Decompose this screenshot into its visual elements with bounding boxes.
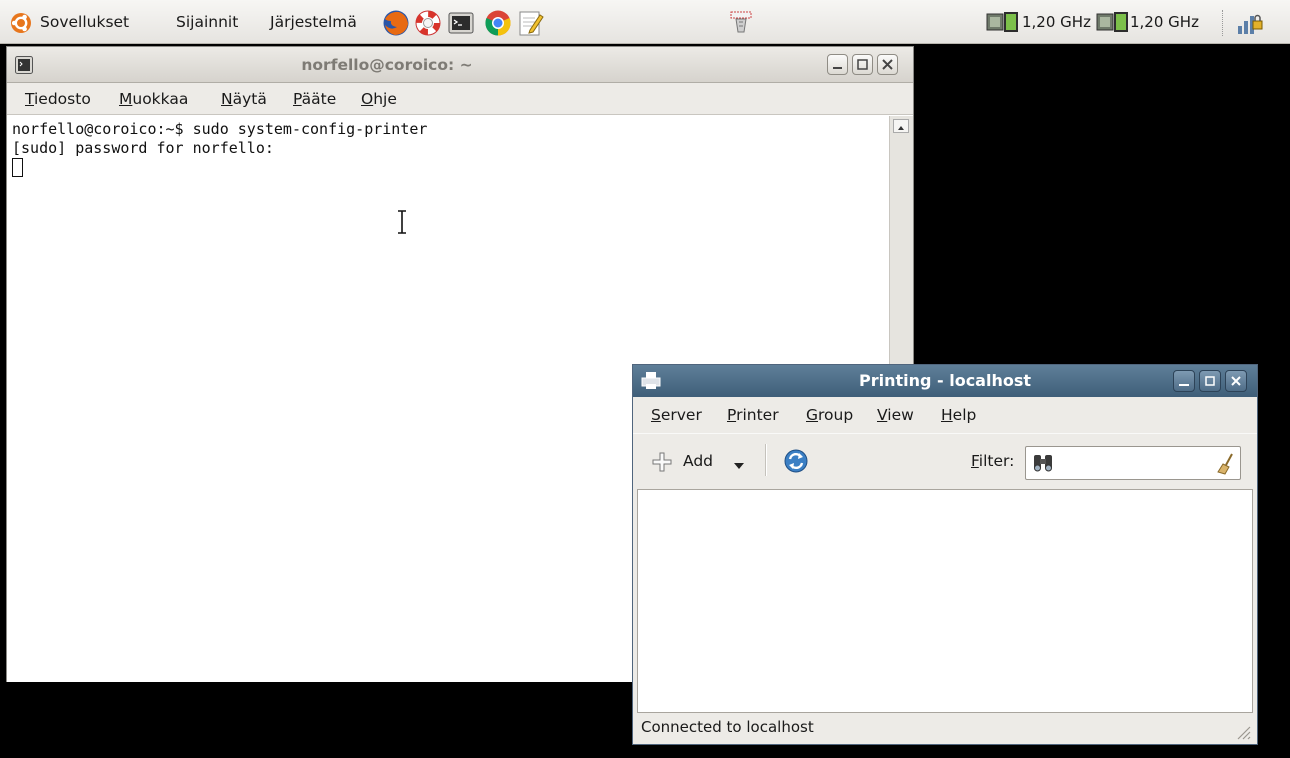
terminal-titlebar[interactable]: norfello@coroico: ~: [7, 47, 913, 83]
minimize-button[interactable]: [1173, 370, 1195, 392]
menu-view[interactable]: Näytä: [221, 87, 267, 111]
dropdown-arrow-icon[interactable]: [733, 457, 745, 469]
menu-help[interactable]: Ohje: [361, 87, 397, 111]
refresh-icon[interactable]: [783, 448, 809, 474]
cpu-frequency-icon[interactable]: [986, 11, 1020, 33]
minimize-button[interactable]: [827, 54, 848, 75]
printing-menubar: Server Printer Group View Help: [633, 398, 1257, 432]
status-bar: Connected to localhost: [637, 713, 1253, 741]
filter-label: Filter:: [971, 452, 1015, 470]
menu-places[interactable]: Sijainnit: [172, 10, 242, 34]
menu-printer[interactable]: Printer: [727, 403, 779, 427]
top-panel: Sovellukset Sijainnit Järjestelmä 1,20 G…: [0, 0, 1290, 44]
scroll-up-arrow-icon[interactable]: [893, 119, 909, 133]
menu-server[interactable]: Server: [651, 403, 702, 427]
cpu-frequency-label[interactable]: 1,20 GHz: [1126, 10, 1203, 34]
filter-input[interactable]: [1025, 446, 1241, 480]
printing-window[interactable]: Printing - localhost Server Printer Grou…: [632, 364, 1258, 745]
toolbar-separator: [765, 444, 767, 476]
terminal-title: norfello@coroico: ~: [301, 56, 473, 74]
printing-toolbar: Add Filter:: [633, 433, 1257, 485]
network-icon[interactable]: [1236, 10, 1264, 36]
text-editor-icon[interactable]: [518, 9, 544, 37]
menu-help[interactable]: Help: [941, 403, 976, 427]
maximize-button[interactable]: [852, 54, 873, 75]
menu-group[interactable]: Group: [806, 403, 853, 427]
add-button[interactable]: Add: [683, 449, 713, 473]
status-text: Connected to localhost: [641, 718, 814, 736]
help-lifebuoy-icon[interactable]: [414, 9, 442, 37]
terminal-line: [sudo] password for norfello:: [12, 139, 274, 157]
add-icon[interactable]: [651, 451, 673, 473]
resize-grip-icon[interactable]: [1233, 721, 1251, 740]
maximize-button[interactable]: [1199, 370, 1221, 392]
menu-applications[interactable]: Sovellukset: [36, 10, 133, 34]
ubuntu-logo-icon[interactable]: [10, 12, 32, 34]
firefox-icon[interactable]: [382, 9, 410, 37]
close-button[interactable]: [877, 54, 898, 75]
printer-list[interactable]: [637, 489, 1253, 713]
printing-title: Printing - localhost: [858, 371, 1032, 390]
clear-broom-icon[interactable]: [1216, 453, 1236, 475]
cpu-frequency-icon[interactable]: [1096, 11, 1130, 33]
cpu-frequency-label[interactable]: 1,20 GHz: [1018, 10, 1095, 34]
terminal-cursor: [12, 158, 23, 177]
printing-titlebar[interactable]: Printing - localhost: [633, 365, 1257, 397]
chrome-icon[interactable]: [484, 9, 512, 37]
panel-separator: [1222, 10, 1224, 36]
terminal-line: norfello@coroico:~$ sudo system-config-p…: [12, 120, 428, 138]
terminal-icon[interactable]: [448, 11, 474, 35]
binoculars-icon: [1032, 453, 1054, 473]
menu-view[interactable]: View: [877, 403, 914, 427]
menu-edit[interactable]: Muokkaa: [119, 87, 188, 111]
menu-system[interactable]: Järjestelmä: [266, 10, 361, 34]
clipboard-applet-icon[interactable]: [728, 10, 754, 38]
text-cursor-icon: [396, 210, 408, 234]
menu-terminal[interactable]: Pääte: [293, 87, 336, 111]
terminal-menubar: Tiedosto Muokkaa Näytä Pääte Ohje: [7, 83, 913, 115]
menu-file[interactable]: Tiedosto: [25, 87, 91, 111]
close-button[interactable]: [1225, 370, 1247, 392]
